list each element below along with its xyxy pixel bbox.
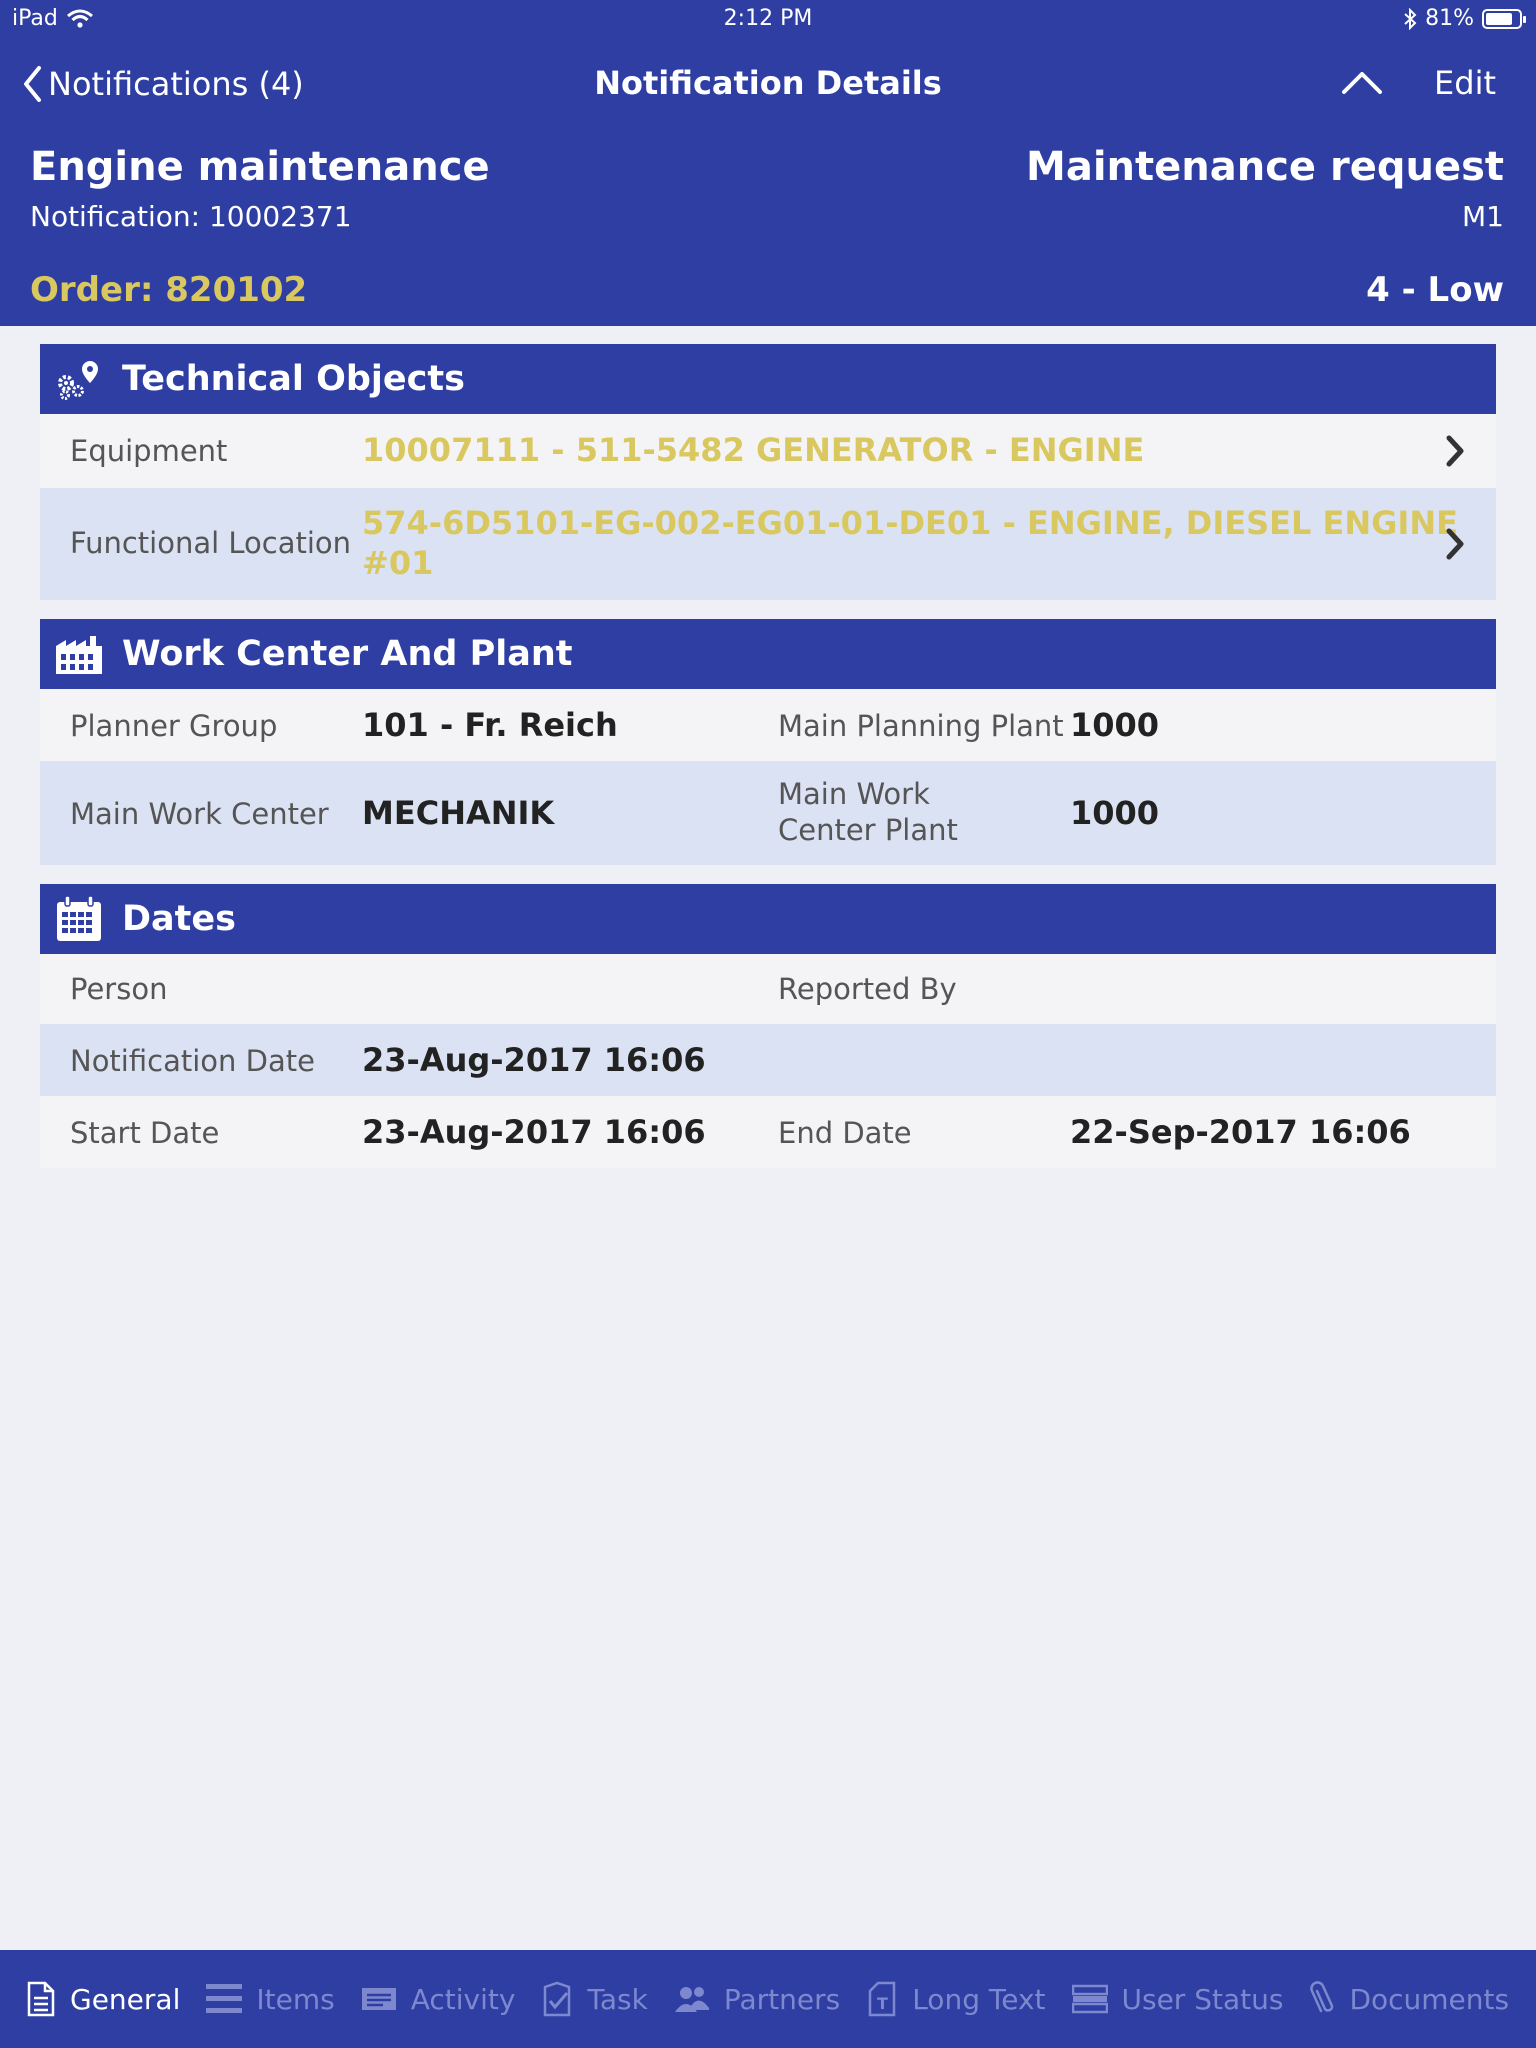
notification-number: Notification: 10002371 [30, 200, 352, 233]
planner-group-value: 101 - Fr. Reich [362, 706, 618, 744]
back-button[interactable]: Notifications (4) [22, 64, 304, 104]
nav-bar: Notifications (4) Notification Details E… [0, 52, 1536, 116]
tab-label: Long Text [912, 1982, 1046, 2016]
battery-icon [1482, 8, 1526, 29]
list-icon [206, 1984, 243, 2013]
main-planning-plant-value: 1000 [1070, 706, 1160, 744]
main-wc-plant-label-line2: Center Plant [778, 813, 958, 847]
functional-location-row[interactable]: Functional Location 574-6D5101-EG-002-EG… [40, 488, 1496, 600]
calendar-icon [54, 895, 110, 941]
chevron-right-icon[interactable] [1444, 526, 1466, 562]
tab-bar: General Items Activity Task Partners T L… [0, 1950, 1536, 2048]
tab-task[interactable]: Task [541, 1981, 648, 2017]
tab-partners[interactable]: Partners [674, 1983, 840, 2016]
tab-label: Activity [410, 1982, 516, 2016]
planner-group-label: Planner Group [70, 709, 278, 743]
status-time: 2:12 PM [723, 6, 813, 31]
order-link[interactable]: Order: 820102 [30, 270, 307, 310]
tab-label: General [70, 1982, 181, 2016]
gears-location-icon [54, 357, 110, 401]
end-date-value: 22-Sep-2017 16:06 [1070, 1113, 1411, 1151]
people-icon [674, 1987, 709, 2012]
main-work-center-value: MECHANIK [362, 794, 555, 832]
functional-location-value-line1[interactable]: 574-6D5101-EG-002-EG01-01-DE01 - ENGINE,… [362, 504, 1458, 542]
chevron-up-icon [1342, 72, 1382, 94]
technical-objects-title: Technical Objects [122, 359, 465, 399]
tab-label: Documents [1349, 1982, 1510, 2016]
person-row: Person Reported By [40, 954, 1496, 1024]
battery-level [1486, 12, 1512, 25]
start-end-date-row: Start Date 23-Aug-2017 16:06 End Date 22… [40, 1096, 1496, 1168]
technical-objects-section: Technical Objects Equipment 10007111 - 5… [40, 344, 1496, 600]
document-icon [27, 1981, 55, 2017]
equipment-label: Equipment [70, 434, 228, 468]
end-date-label: End Date [778, 1116, 912, 1150]
battery-percent: 81% [1425, 6, 1474, 31]
notification-date-label: Notification Date [70, 1044, 315, 1078]
notification-type-code: M1 [1462, 200, 1504, 233]
start-date-value: 23-Aug-2017 16:06 [362, 1113, 706, 1151]
work-center-section: Work Center And Plant Planner Group 101 … [40, 619, 1496, 865]
tab-documents[interactable]: Documents [1309, 1981, 1509, 2017]
collapse-button[interactable] [1340, 62, 1384, 110]
bluetooth-icon [1404, 7, 1417, 30]
activity-icon [361, 1988, 396, 2010]
main-work-center-label: Main Work Center [70, 797, 329, 831]
task-icon [544, 1981, 571, 2017]
tab-label: User Status [1121, 1982, 1284, 2016]
paperclip-icon [1310, 1981, 1334, 2013]
work-center-title: Work Center And Plant [122, 634, 573, 674]
main-wc-plant-value: 1000 [1070, 794, 1160, 832]
notification-type: Maintenance request [1026, 144, 1504, 190]
long-text-icon: T [868, 1981, 896, 2017]
technical-objects-header: Technical Objects [40, 344, 1496, 414]
chevron-left-icon [24, 66, 41, 102]
reported-by-label: Reported By [778, 972, 957, 1006]
tab-label: Partners [723, 1982, 841, 2016]
notification-title: Engine maintenance [30, 144, 490, 190]
tab-label: Items [256, 1982, 335, 2016]
functional-location-label: Functional Location [70, 526, 352, 560]
status-bar: iPad 2:12 PM 81% [0, 0, 1536, 40]
start-date-label: Start Date [70, 1116, 220, 1150]
top-bar: iPad 2:12 PM 81% Notifications (4) Notif… [0, 0, 1536, 326]
tab-activity[interactable]: Activity [361, 1982, 516, 2016]
tab-general[interactable]: General [26, 1981, 180, 2017]
dates-title: Dates [122, 899, 236, 939]
svg-text:T: T [877, 1994, 888, 2013]
factory-icon [54, 632, 110, 676]
user-status-icon [1071, 1984, 1108, 2014]
equipment-row[interactable]: Equipment 10007111 - 511-5482 GENERATOR … [40, 414, 1496, 488]
priority: 4 - Low [1366, 270, 1504, 310]
planner-group-row: Planner Group 101 - Fr. Reich Main Plann… [40, 689, 1496, 761]
notification-date-row: Notification Date 23-Aug-2017 16:06 [40, 1024, 1496, 1096]
chevron-right-icon[interactable] [1444, 433, 1466, 469]
tab-items[interactable]: Items [206, 1981, 335, 2017]
person-label: Person [70, 972, 168, 1006]
functional-location-value-line2[interactable]: #01 [362, 544, 433, 582]
tab-long-text[interactable]: T Long Text [866, 1981, 1046, 2017]
notification-date-value: 23-Aug-2017 16:06 [362, 1041, 706, 1079]
tab-label: Task [587, 1982, 648, 2016]
main-wc-plant-label-line1: Main Work [778, 777, 930, 811]
edit-button[interactable]: Edit [1434, 64, 1496, 102]
back-label: Notifications (4) [48, 65, 304, 103]
dates-section: Dates Person Reported By Notification Da… [40, 884, 1496, 1168]
work-center-header: Work Center And Plant [40, 619, 1496, 689]
tab-user-status[interactable]: User Status [1071, 1982, 1284, 2016]
dates-header: Dates [40, 884, 1496, 954]
main-planning-plant-label: Main Planning Plant [778, 709, 1064, 743]
main-work-center-row: Main Work Center MECHANIK Main Work Cent… [40, 761, 1496, 865]
equipment-value[interactable]: 10007111 - 511-5482 GENERATOR - ENGINE [362, 431, 1144, 469]
